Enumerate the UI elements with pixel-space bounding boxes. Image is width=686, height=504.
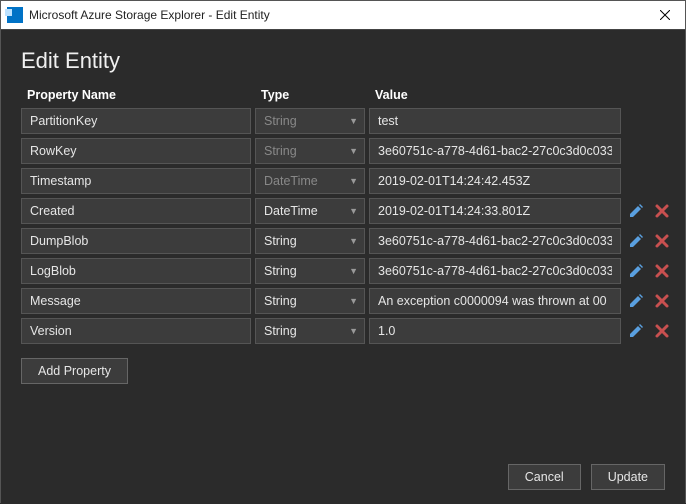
add-property-button[interactable]: Add Property (21, 358, 128, 384)
delete-icon[interactable] (651, 230, 673, 252)
page-title: Edit Entity (21, 48, 665, 74)
chevron-down-icon: ▼ (349, 176, 358, 186)
edit-icon[interactable] (625, 230, 647, 252)
table-row: CreatedDateTime▼ (21, 198, 665, 224)
property-name: LogBlob (21, 258, 251, 284)
value-input[interactable] (369, 288, 621, 314)
app-icon (7, 7, 23, 23)
table-row: RowKeyString▼ (21, 138, 665, 164)
property-name: RowKey (21, 138, 251, 164)
table-row: MessageString▼ (21, 288, 665, 314)
chevron-down-icon: ▼ (349, 236, 358, 246)
delete-icon[interactable] (651, 320, 673, 342)
table-row: PartitionKeyString▼ (21, 108, 665, 134)
chevron-down-icon: ▼ (349, 266, 358, 276)
value-input[interactable] (369, 138, 621, 164)
edit-icon[interactable] (625, 200, 647, 222)
property-name: Timestamp (21, 168, 251, 194)
delete-icon[interactable] (651, 200, 673, 222)
value-input[interactable] (369, 228, 621, 254)
chevron-down-icon: ▼ (349, 146, 358, 156)
type-select: DateTime▼ (255, 168, 365, 194)
chevron-down-icon: ▼ (349, 296, 358, 306)
edit-icon[interactable] (625, 320, 647, 342)
value-input[interactable] (369, 258, 621, 284)
window-title: Microsoft Azure Storage Explorer - Edit … (29, 8, 645, 22)
col-value: Value (373, 88, 625, 102)
chevron-down-icon: ▼ (349, 206, 358, 216)
chevron-down-icon: ▼ (349, 326, 358, 336)
edit-icon[interactable] (625, 290, 647, 312)
delete-icon[interactable] (651, 290, 673, 312)
type-select[interactable]: String▼ (255, 288, 365, 314)
table-row: LogBlobString▼ (21, 258, 665, 284)
edit-icon[interactable] (625, 260, 647, 282)
type-select[interactable]: DateTime▼ (255, 198, 365, 224)
property-name: Version (21, 318, 251, 344)
delete-icon[interactable] (651, 260, 673, 282)
type-select[interactable]: String▼ (255, 318, 365, 344)
table-row: VersionString▼ (21, 318, 665, 344)
update-button[interactable]: Update (591, 464, 665, 490)
value-input[interactable] (369, 318, 621, 344)
col-type: Type (259, 88, 369, 102)
titlebar: Microsoft Azure Storage Explorer - Edit … (1, 1, 685, 30)
property-name: DumpBlob (21, 228, 251, 254)
property-name: Created (21, 198, 251, 224)
table-row: DumpBlobString▼ (21, 228, 665, 254)
col-name: Property Name (25, 88, 255, 102)
value-input[interactable] (369, 108, 621, 134)
type-select[interactable]: String▼ (255, 258, 365, 284)
property-name: Message (21, 288, 251, 314)
type-select[interactable]: String▼ (255, 228, 365, 254)
property-name: PartitionKey (21, 108, 251, 134)
cancel-button[interactable]: Cancel (508, 464, 581, 490)
grid-header: Property Name Type Value (21, 88, 665, 102)
chevron-down-icon: ▼ (349, 116, 358, 126)
value-input[interactable] (369, 168, 621, 194)
value-input[interactable] (369, 198, 621, 224)
table-row: TimestampDateTime▼ (21, 168, 665, 194)
type-select: String▼ (255, 138, 365, 164)
close-icon[interactable] (645, 1, 685, 30)
type-select: String▼ (255, 108, 365, 134)
